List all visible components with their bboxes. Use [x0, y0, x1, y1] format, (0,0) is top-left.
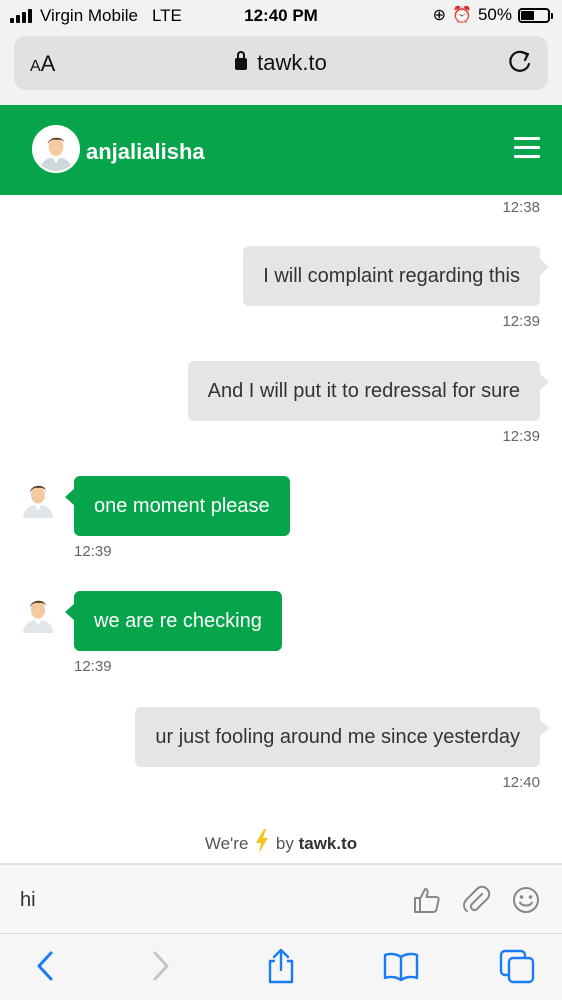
browser-address-area: AA tawk.to [0, 32, 562, 105]
agent-avatar-icon [23, 600, 53, 633]
message-time: 12:39 [74, 658, 112, 675]
message-time: 12:39 [74, 543, 112, 560]
status-bar: Virgin Mobile LTE 12:40 PM ⊕ ⏰ 50% [0, 0, 562, 32]
powered-prefix: We're [204, 834, 249, 853]
incoming-message: we are re checking [65, 591, 282, 651]
person-icon [34, 127, 78, 171]
orientation-lock-icon: ⊕ [432, 7, 447, 24]
powered-brand: tawk.to [298, 834, 358, 853]
address-bar[interactable]: AA tawk.to [14, 36, 548, 90]
menu-icon[interactable] [514, 137, 540, 159]
back-icon[interactable] [28, 948, 62, 984]
message-input[interactable] [20, 885, 380, 915]
message-time: 12:39 [502, 313, 540, 330]
emoji-icon[interactable] [511, 885, 541, 915]
battery-percent: 50% [477, 5, 512, 24]
outgoing-message: ur just fooling around me since yesterda… [135, 707, 549, 767]
battery-icon [518, 7, 553, 23]
tabs-icon[interactable] [498, 948, 536, 984]
status-right: ⊕ ⏰ 50% [432, 5, 553, 25]
powered-middle: by [275, 834, 294, 853]
agent-avatar [32, 125, 80, 173]
outgoing-message: And I will put it to redressal for sure [187, 361, 550, 421]
alarm-icon: ⏰ [452, 7, 472, 24]
lightning-bolt-icon [256, 829, 269, 853]
browser-toolbar [0, 933, 562, 1000]
url-domain: tawk.to [257, 50, 327, 75]
incoming-message: one moment please [65, 476, 290, 536]
share-icon[interactable] [264, 948, 298, 984]
forward-icon[interactable] [144, 948, 178, 984]
lock-icon [235, 51, 248, 70]
outgoing-message: I will complaint regarding this [243, 246, 549, 306]
message-time: 12:39 [502, 428, 540, 445]
message-list[interactable]: 12:38 I will complaint regarding this 12… [0, 195, 562, 863]
powered-by[interactable]: We're by tawk.to [0, 829, 562, 854]
agent-name: anjalialisha [86, 139, 205, 164]
url-display[interactable]: tawk.to [14, 50, 548, 76]
bookmarks-icon[interactable] [382, 948, 420, 984]
message-time: 12:38 [502, 199, 540, 216]
reload-icon[interactable] [506, 48, 534, 76]
thumbs-up-icon[interactable] [412, 885, 442, 915]
message-time: 12:40 [502, 774, 540, 791]
agent-avatar-icon [23, 485, 53, 518]
paperclip-icon[interactable] [462, 885, 492, 915]
battery-fill [521, 10, 534, 20]
composer [0, 863, 562, 933]
chat-header: anjalialisha [0, 105, 562, 195]
